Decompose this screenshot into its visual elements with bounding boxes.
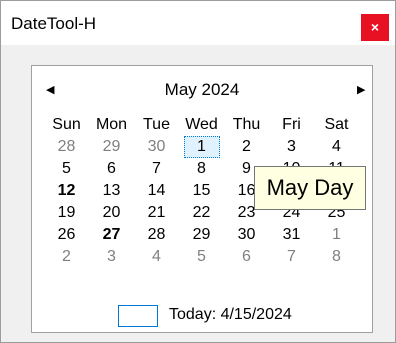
datetool-window: DateTool-H × ◀ May 2024 ▶ Sun Mon Tue We… <box>0 0 396 343</box>
day-cell[interactable]: 30 <box>224 224 269 246</box>
day-cell[interactable]: 6 <box>89 158 134 180</box>
day-cell[interactable]: 2 <box>224 136 269 158</box>
day-cell[interactable]: 6 <box>224 246 269 268</box>
day-cell[interactable]: 5 <box>44 158 89 180</box>
day-cell[interactable]: 7 <box>134 158 179 180</box>
weekday-label: Tue <box>143 116 170 133</box>
day-cell[interactable]: 22 <box>179 202 224 224</box>
day-cell[interactable]: 28 <box>134 224 179 246</box>
day-cell[interactable]: 15 <box>179 180 224 202</box>
weekday-label: Mon <box>95 116 128 133</box>
weekday-label: Fri <box>282 116 301 133</box>
day-number: 1 <box>197 138 206 155</box>
weekday-label: Sat <box>324 116 349 133</box>
day-cell[interactable]: 7 <box>269 246 314 268</box>
day-cell[interactable]: 29 <box>89 136 134 158</box>
day-cell[interactable]: 8 <box>179 158 224 180</box>
week-row: 2 3 4 5 6 7 8 <box>44 246 359 268</box>
day-cell[interactable]: 3 <box>89 246 134 268</box>
day-cell[interactable]: 29 <box>179 224 224 246</box>
day-cell[interactable]: 21 <box>134 202 179 224</box>
day-cell[interactable]: 3 <box>269 136 314 158</box>
weekday-label: Thu <box>232 116 261 133</box>
day-cell[interactable]: 20 <box>89 202 134 224</box>
day-cell[interactable]: 26 <box>44 224 89 246</box>
day-cell[interactable]: 2 <box>44 246 89 268</box>
title-bar[interactable]: DateTool-H × <box>1 1 395 45</box>
day-cell-selected[interactable]: 1 <box>179 136 224 158</box>
today-link[interactable]: Today: 4/15/2024 <box>32 304 372 328</box>
weekday-label: Wed <box>185 116 218 133</box>
day-cell[interactable]: 4 <box>314 136 359 158</box>
day-cell[interactable]: 28 <box>44 136 89 158</box>
next-month-button[interactable]: ▶ <box>357 83 365 96</box>
weekday-header-row: Sun Mon Tue Wed Thu Fri Sat <box>44 114 359 136</box>
today-label: Today: 4/15/2024 <box>169 306 292 323</box>
day-cell[interactable]: 30 <box>134 136 179 158</box>
week-row: 26 27 28 29 30 31 1 <box>44 224 359 246</box>
month-title[interactable]: May 2024 <box>32 80 372 100</box>
day-cell[interactable]: 4 <box>134 246 179 268</box>
week-row: 28 29 30 1 2 3 4 <box>44 136 359 158</box>
day-cell-bold[interactable]: 12 <box>44 180 89 202</box>
day-cell[interactable]: 1 <box>314 224 359 246</box>
day-cell[interactable]: 8 <box>314 246 359 268</box>
today-marker-box <box>118 305 158 327</box>
day-cell-bold[interactable]: 27 <box>89 224 134 246</box>
holiday-tooltip: May Day <box>254 166 366 210</box>
day-cell[interactable]: 19 <box>44 202 89 224</box>
day-cell[interactable]: 13 <box>89 180 134 202</box>
close-button[interactable]: × <box>361 14 389 41</box>
weekday-label: Sun <box>52 116 81 133</box>
window-title: DateTool-H <box>11 14 97 33</box>
day-cell[interactable]: 14 <box>134 180 179 202</box>
day-cell[interactable]: 31 <box>269 224 314 246</box>
day-cell[interactable]: 5 <box>179 246 224 268</box>
